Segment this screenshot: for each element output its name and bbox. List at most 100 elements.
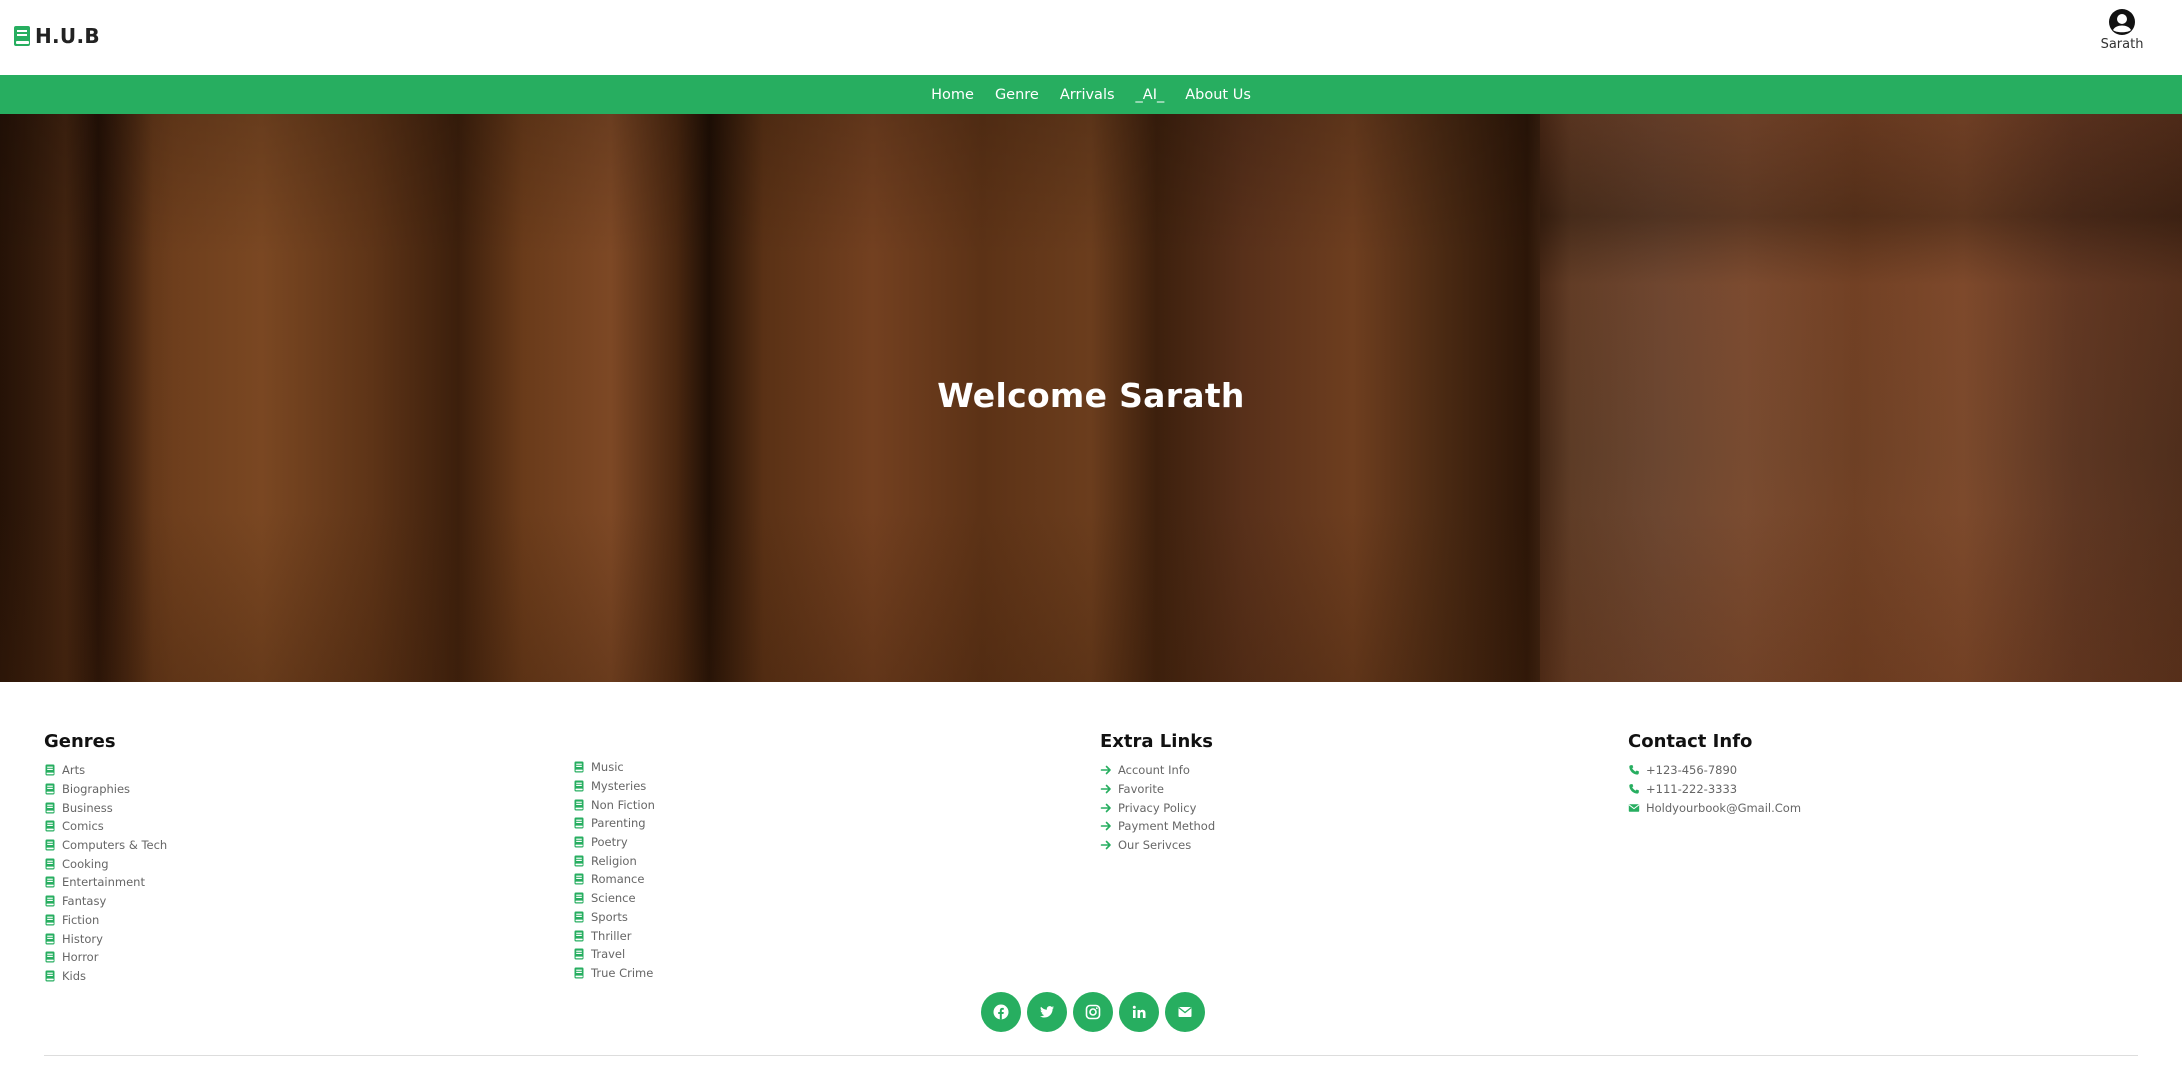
brand-logo[interactable]: H.U.B: [13, 24, 100, 48]
genre-link-romance[interactable]: Romance: [573, 870, 655, 889]
genre-link-biographies[interactable]: Biographies: [44, 780, 167, 799]
genre-link-label: Comics: [62, 819, 104, 834]
genres-list-2: Music Mysteries Non Fiction Parenting Poetry…: [573, 758, 655, 982]
genre-link-sports[interactable]: Sports: [573, 908, 655, 927]
extra-link-label: Account Info: [1118, 763, 1190, 778]
genre-link-religion[interactable]: Religion: [573, 851, 655, 870]
genre-link-business[interactable]: Business: [44, 798, 167, 817]
genre-link-label: Entertainment: [62, 875, 145, 890]
contact-info-column: Contact Info +123-456-7890 +111-222-3333 H…: [1628, 731, 1801, 817]
contact-item-holdyourbook-gmail-com[interactable]: Holdyourbook@Gmail.Com: [1628, 798, 1801, 817]
genre-link-label: Cooking: [62, 856, 109, 871]
book-icon: [44, 783, 56, 795]
book-icon: [44, 970, 56, 982]
genre-link-label: Thriller: [591, 928, 632, 943]
extra-links-column: Extra Links Account Info Favorite Privacy …: [1100, 731, 1215, 854]
genre-link-label: True Crime: [591, 965, 654, 980]
nav-about-us[interactable]: About Us: [1185, 87, 1251, 103]
extra-link-favorite[interactable]: Favorite: [1100, 780, 1215, 799]
facebook-button[interactable]: [981, 992, 1021, 1032]
genre-link-science[interactable]: Science: [573, 889, 655, 908]
genre-link-label: Fiction: [62, 912, 100, 927]
extra-link-payment-method[interactable]: Payment Method: [1100, 817, 1215, 836]
genre-link-true-crime[interactable]: True Crime: [573, 964, 655, 983]
genre-link-fantasy[interactable]: Fantasy: [44, 892, 167, 911]
arrow-right-icon: [1100, 764, 1112, 776]
user-menu[interactable]: Sarath: [2092, 8, 2152, 52]
book-icon: [573, 930, 585, 942]
genre-link-arts[interactable]: Arts: [44, 761, 167, 780]
nav-home[interactable]: Home: [931, 87, 974, 103]
email-button[interactable]: [1165, 992, 1205, 1032]
arrow-right-icon: [1100, 783, 1112, 795]
contact-item-111-222-3333[interactable]: +111-222-3333: [1628, 780, 1801, 799]
nav-genre[interactable]: Genre: [995, 87, 1039, 103]
book-icon: [44, 858, 56, 870]
extra-link-label: Favorite: [1118, 782, 1164, 797]
book-icon: [573, 780, 585, 792]
genre-link-cooking[interactable]: Cooking: [44, 854, 167, 873]
genre-link-label: Travel: [591, 947, 626, 962]
extra-link-privacy-policy[interactable]: Privacy Policy: [1100, 798, 1215, 817]
genre-link-travel[interactable]: Travel: [573, 945, 655, 964]
contact-info-list: +123-456-7890 +111-222-3333 Holdyourbook@G…: [1628, 761, 1801, 817]
footer-divider: [44, 1055, 2138, 1056]
contact-item-label: +111-222-3333: [1646, 782, 1738, 797]
book-icon: [44, 764, 56, 776]
genre-link-mysteries[interactable]: Mysteries: [573, 777, 655, 796]
genre-link-non-fiction[interactable]: Non Fiction: [573, 795, 655, 814]
genre-link-label: Parenting: [591, 816, 646, 831]
instagram-icon: [1085, 1004, 1101, 1020]
genres-column-2: Music Mysteries Non Fiction Parenting Poetry…: [573, 758, 655, 982]
genre-link-poetry[interactable]: Poetry: [573, 833, 655, 852]
genre-link-fiction[interactable]: Fiction: [44, 911, 167, 930]
arrow-right-icon: [1100, 802, 1112, 814]
phone-icon: [1628, 783, 1640, 795]
extra-links-list: Account Info Favorite Privacy Policy Paymen…: [1100, 761, 1215, 854]
instagram-button[interactable]: [1073, 992, 1113, 1032]
genre-link-horror[interactable]: Horror: [44, 948, 167, 967]
genre-link-history[interactable]: History: [44, 929, 167, 948]
genre-link-label: Non Fiction: [591, 797, 655, 812]
genre-link-label: Poetry: [591, 835, 628, 850]
extra-links-heading: Extra Links: [1100, 731, 1213, 752]
phone-icon: [1628, 764, 1640, 776]
extra-link-account-info[interactable]: Account Info: [1100, 761, 1215, 780]
twitter-icon: [1040, 1006, 1054, 1018]
contact-item-123-456-7890[interactable]: +123-456-7890: [1628, 761, 1801, 780]
envelope-icon: [1628, 802, 1640, 814]
hero-banner: Welcome Sarath: [0, 114, 2182, 682]
book-icon: [573, 892, 585, 904]
extra-link-our-serivces[interactable]: Our Serivces: [1100, 836, 1215, 855]
twitter-button[interactable]: [1027, 992, 1067, 1032]
genre-link-parenting[interactable]: Parenting: [573, 814, 655, 833]
book-icon: [573, 855, 585, 867]
linkedin-button[interactable]: [1119, 992, 1159, 1032]
contact-item-label: +123-456-7890: [1646, 763, 1738, 778]
genre-link-entertainment[interactable]: Entertainment: [44, 873, 167, 892]
genre-link-kids[interactable]: Kids: [44, 967, 167, 986]
genres-list: Arts Biographies Business Comics Computers &…: [44, 761, 167, 985]
book-icon: [573, 948, 585, 960]
genre-link-label: Horror: [62, 950, 99, 965]
genre-link-label: Arts: [62, 763, 86, 778]
envelope-icon: [1178, 1007, 1192, 1017]
book-icon: [44, 802, 56, 814]
genre-link-computers-tech[interactable]: Computers & Tech: [44, 836, 167, 855]
main-nav: Home Genre Arrivals _AI_ About Us: [0, 75, 2182, 114]
extra-link-label: Our Serivces: [1118, 838, 1192, 853]
nav-arrivals[interactable]: Arrivals: [1060, 87, 1115, 103]
book-icon: [573, 817, 585, 829]
genre-link-comics[interactable]: Comics: [44, 817, 167, 836]
user-circle-icon: [2109, 9, 2135, 35]
book-icon: [573, 836, 585, 848]
genre-link-music[interactable]: Music: [573, 758, 655, 777]
book-icon: [44, 951, 56, 963]
extra-link-label: Privacy Policy: [1118, 800, 1197, 815]
nav-ai[interactable]: _AI_: [1136, 87, 1165, 103]
brand-name: H.U.B: [35, 24, 100, 48]
book-icon: [14, 26, 30, 46]
genre-link-label: History: [62, 931, 103, 946]
genre-link-label: Religion: [591, 853, 637, 868]
genre-link-thriller[interactable]: Thriller: [573, 926, 655, 945]
